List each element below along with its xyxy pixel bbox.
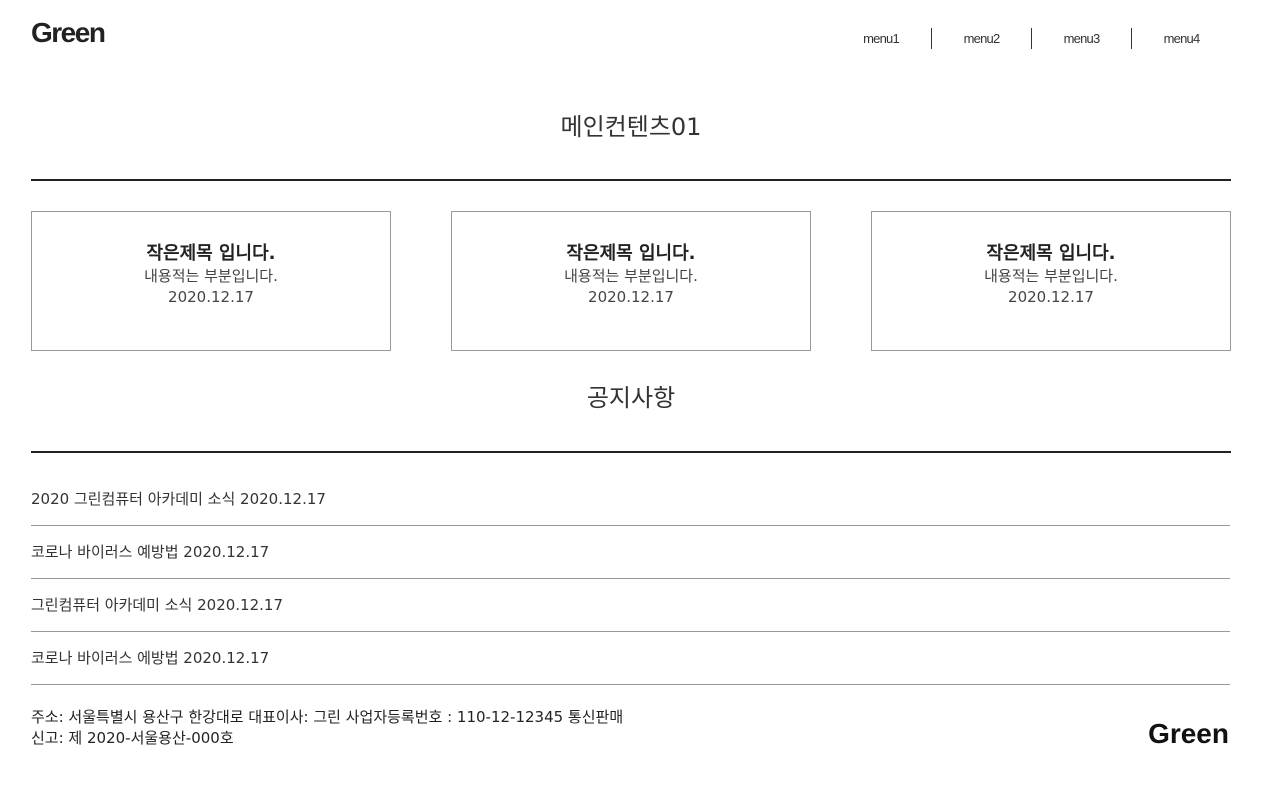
content-card[interactable]: 작은제목 입니다. 내용적는 부분입니다. 2020.12.17 [31,211,391,351]
header-logo[interactable]: Green [31,16,106,50]
nav-item-menu3[interactable]: menu3 [1031,28,1131,49]
content-card[interactable]: 작은제목 입니다. 내용적는 부분입니다. 2020.12.17 [871,211,1231,351]
notice-title: 공지사항 [586,384,676,412]
footer-address-line: 신고: 제 2020-서울용산-000호 [31,729,234,747]
nav-item-menu1[interactable]: menu1 [831,28,931,49]
notice-item[interactable]: 코로나 바이러스 예방법 2020.12.17 [31,526,1230,579]
main-content-divider [31,179,1231,181]
card-title: 작은제목 입니다. [146,243,276,264]
card-description: 내용적는 부분입니다. [564,267,698,285]
footer-address-line: 주소: 서울특별시 용산구 한강대로 대표이사: 그린 사업자등록번호 : 11… [31,708,624,726]
notice-item[interactable]: 그린컴퓨터 아카데미 소식 2020.12.17 [31,579,1230,632]
card-description: 내용적는 부분입니다. [144,267,278,285]
card-date: 2020.12.17 [588,288,674,306]
nav-item-menu2[interactable]: menu2 [931,28,1031,49]
notice-divider [31,451,1231,453]
nav-item-menu4[interactable]: menu4 [1131,28,1231,49]
notice-item[interactable]: 2020 그린컴퓨터 아카데미 소식 2020.12.17 [31,473,1230,526]
card-description: 내용적는 부분입니다. [984,267,1118,285]
card-title: 작은제목 입니다. [986,243,1116,264]
notice-item[interactable]: 코로나 바이러스 에방법 2020.12.17 [31,632,1230,685]
footer-address: 주소: 서울특별시 용산구 한강대로 대표이사: 그린 사업자등록번호 : 11… [31,707,731,749]
content-cards: 작은제목 입니다. 내용적는 부분입니다. 2020.12.17 작은제목 입니… [31,211,1231,351]
footer-logo: Green [1148,718,1229,749]
card-date: 2020.12.17 [168,288,254,306]
main-content-title: 메인컨텐츠01 [560,113,702,141]
card-date: 2020.12.17 [1008,288,1094,306]
content-card[interactable]: 작은제목 입니다. 내용적는 부분입니다. 2020.12.17 [451,211,811,351]
notice-list: 2020 그린컴퓨터 아카데미 소식 2020.12.17 코로나 바이러스 예… [31,473,1230,685]
card-title: 작은제목 입니다. [566,243,696,264]
main-nav: menu1 menu2 menu3 menu4 [831,28,1231,49]
